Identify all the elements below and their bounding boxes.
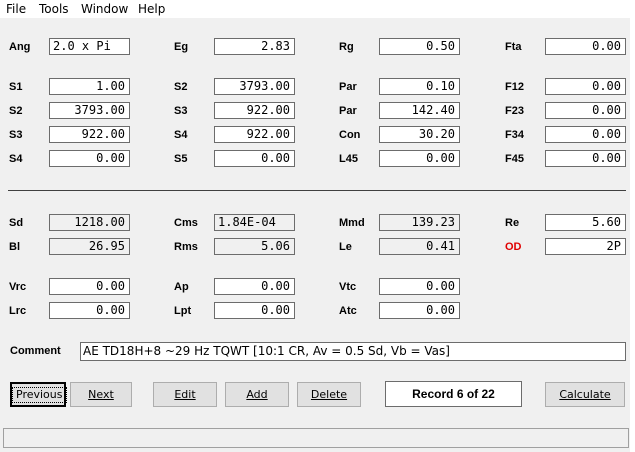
menu-bar: File Tools Window Help <box>0 0 635 18</box>
field-l45-18[interactable]: 0.00 <box>379 150 460 167</box>
field-f12-7[interactable]: 0.00 <box>545 78 626 95</box>
label-s3-12: S3 <box>9 129 23 141</box>
menu-tools[interactable]: Tools <box>39 2 69 16</box>
field-sd-20[interactable]: 1218.00 <box>49 214 130 231</box>
label-le-26: Le <box>339 241 352 253</box>
status-bar <box>3 428 629 448</box>
label-ap-29: Ap <box>174 281 189 293</box>
label-s1-4: S1 <box>9 81 23 93</box>
field-atc-33[interactable]: 0.00 <box>379 302 460 319</box>
label-ang-0: Ang <box>9 41 31 53</box>
previous-button[interactable]: Previous <box>10 382 67 407</box>
label-s2-8: S2 <box>9 105 23 117</box>
field-lpt-32[interactable]: 0.00 <box>214 302 295 319</box>
edit-button[interactable]: Edit <box>153 382 217 407</box>
label-vtc-30: Vtc <box>339 281 357 293</box>
field-con-14[interactable]: 30.20 <box>379 126 460 143</box>
label-s4-16: S4 <box>9 153 23 165</box>
field-cms-21[interactable]: 1.84E-04 <box>214 214 295 231</box>
label-sd-20: Sd <box>9 217 24 229</box>
label-re-23: Re <box>505 217 520 229</box>
field-ang-0[interactable]: 2.0 x Pi <box>49 38 130 55</box>
field-s2-5[interactable]: 3793.00 <box>214 78 295 95</box>
field-s2-8[interactable]: 3793.00 <box>49 102 130 119</box>
previous-button-label: Previous <box>12 387 67 403</box>
label-s4-13: S4 <box>174 129 188 141</box>
label-s2-5: S2 <box>174 81 188 93</box>
label-mmd-22: Mmd <box>339 217 365 229</box>
field-mmd-22[interactable]: 139.23 <box>379 214 460 231</box>
field-s4-16[interactable]: 0.00 <box>49 150 130 167</box>
field-eg-1[interactable]: 2.83 <box>214 38 295 55</box>
label-lrc-31: Lrc <box>9 305 27 317</box>
label-s5-17: S5 <box>174 153 188 165</box>
label-bl-24: Bl <box>9 241 20 253</box>
label-l45-18: L45 <box>339 153 358 165</box>
field-s5-17[interactable]: 0.00 <box>214 150 295 167</box>
menu-help[interactable]: Help <box>138 2 165 16</box>
field-lrc-31[interactable]: 0.00 <box>49 302 130 319</box>
window-edge <box>630 18 635 452</box>
field-rms-25[interactable]: 5.06 <box>214 238 295 255</box>
field-s3-9[interactable]: 922.00 <box>214 102 295 119</box>
field-le-26[interactable]: 0.41 <box>379 238 460 255</box>
field-vrc-28[interactable]: 0.00 <box>49 278 130 295</box>
comment-label: Comment <box>10 345 61 357</box>
field-od-27[interactable]: 2P <box>545 238 626 255</box>
field-par-10[interactable]: 142.40 <box>379 102 460 119</box>
field-re-23[interactable]: 5.60 <box>545 214 626 231</box>
field-par-6[interactable]: 0.10 <box>379 78 460 95</box>
field-fta-3[interactable]: 0.00 <box>545 38 626 55</box>
delete-button[interactable]: Delete <box>297 382 361 407</box>
record-indicator: Record 6 of 22 <box>385 381 522 407</box>
add-button[interactable]: Add <box>225 382 289 407</box>
label-atc-33: Atc <box>339 305 357 317</box>
label-f45-19: F45 <box>505 153 524 165</box>
field-s1-4[interactable]: 1.00 <box>49 78 130 95</box>
menu-window[interactable]: Window <box>81 2 128 16</box>
label-od-27: OD <box>505 241 522 253</box>
label-par-6: Par <box>339 81 357 93</box>
label-con-14: Con <box>339 129 361 141</box>
label-cms-21: Cms <box>174 217 198 229</box>
label-par-10: Par <box>339 105 357 117</box>
field-rg-2[interactable]: 0.50 <box>379 38 460 55</box>
field-s3-12[interactable]: 922.00 <box>49 126 130 143</box>
label-rg-2: Rg <box>339 41 354 53</box>
section-divider <box>8 190 626 191</box>
label-f12-7: F12 <box>505 81 524 93</box>
field-s4-13[interactable]: 922.00 <box>214 126 295 143</box>
label-s3-9: S3 <box>174 105 188 117</box>
label-eg-1: Eg <box>174 41 189 53</box>
field-f23-11[interactable]: 0.00 <box>545 102 626 119</box>
field-bl-24[interactable]: 26.95 <box>49 238 130 255</box>
comment-field[interactable]: AE TD18H+8 ~29 Hz TQWT [10:1 CR, Av = 0.… <box>80 342 626 361</box>
next-button[interactable]: Next <box>70 382 132 407</box>
label-rms-25: Rms <box>174 241 198 253</box>
menu-file[interactable]: File <box>6 2 26 16</box>
field-ap-29[interactable]: 0.00 <box>214 278 295 295</box>
field-vtc-30[interactable]: 0.00 <box>379 278 460 295</box>
label-f23-11: F23 <box>505 105 524 117</box>
label-fta-3: Fta <box>505 41 522 53</box>
field-f34-15[interactable]: 0.00 <box>545 126 626 143</box>
field-f45-19[interactable]: 0.00 <box>545 150 626 167</box>
label-f34-15: F34 <box>505 129 524 141</box>
calculate-button[interactable]: Calculate <box>545 382 625 407</box>
label-vrc-28: Vrc <box>9 281 27 293</box>
label-lpt-32: Lpt <box>174 305 192 317</box>
